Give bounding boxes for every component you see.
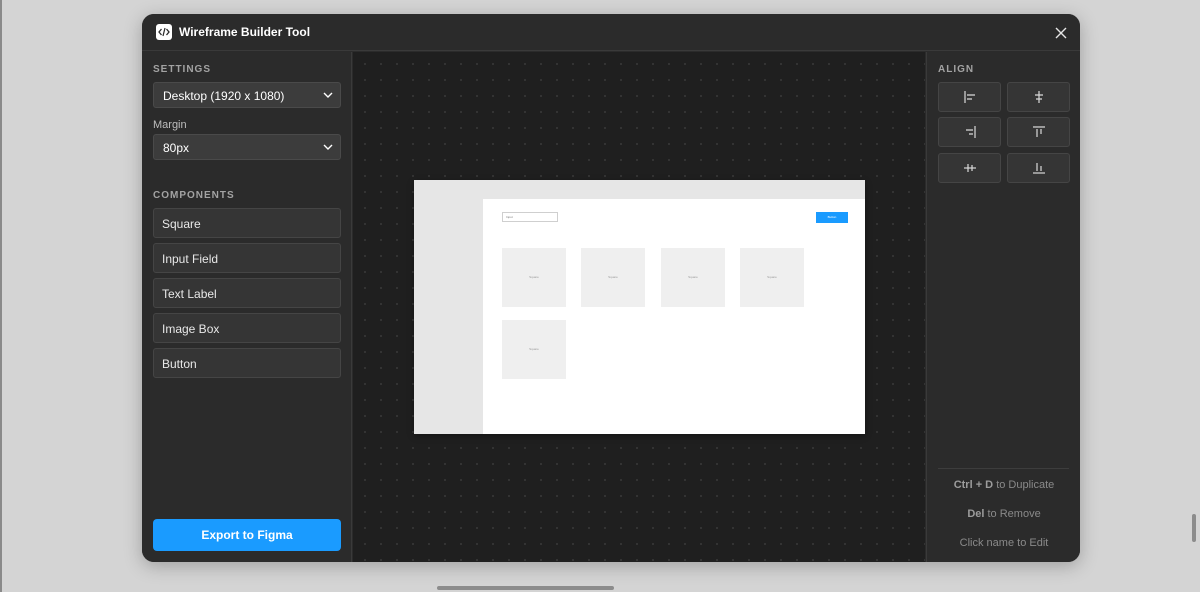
hint-edit: Click name to Edit <box>927 537 1080 549</box>
wireframe-square[interactable]: Square <box>502 320 566 379</box>
align-top-button[interactable] <box>1007 117 1070 147</box>
align-center-horizontal-button[interactable] <box>1007 82 1070 112</box>
page-scrollbar[interactable] <box>1192 514 1196 542</box>
align-left-icon <box>963 91 975 103</box>
hint-duplicate-text: to Duplicate <box>993 479 1055 491</box>
align-center-vertical-icon <box>963 164 976 172</box>
canvas[interactable]: Input Button Square Square Square Square… <box>353 52 925 562</box>
app-window: Wireframe Builder Tool SETTINGS Desktop … <box>142 14 1080 562</box>
device-preset-select[interactable]: Desktop (1920 x 1080) <box>153 82 341 108</box>
component-image-box[interactable]: Image Box <box>153 313 341 343</box>
device-preset-value: Desktop (1920 x 1080) <box>163 89 285 103</box>
margin-select[interactable]: 80px <box>153 134 341 160</box>
align-bottom-icon <box>1032 163 1045 174</box>
chevron-down-icon <box>323 92 333 98</box>
hint-duplicate-key: Ctrl + D <box>953 479 994 491</box>
component-input-field[interactable]: Input Field <box>153 243 341 273</box>
wireframe-input-field[interactable]: Input <box>502 212 558 222</box>
hints-divider <box>938 468 1069 469</box>
close-icon[interactable] <box>1052 24 1070 42</box>
artboard[interactable]: Input Button Square Square Square Square… <box>414 180 865 434</box>
settings-panel: SETTINGS Desktop (1920 x 1080) Margin 80… <box>142 52 352 562</box>
window-left-edge <box>0 0 2 592</box>
wireframe-sidebar[interactable] <box>414 199 483 434</box>
align-center-horizontal-icon <box>1034 91 1043 103</box>
wireframe-square[interactable]: Square <box>661 248 725 307</box>
hint-edit-text: Click name to Edit <box>959 537 1049 549</box>
component-square[interactable]: Square <box>153 208 341 238</box>
wireframe-header[interactable] <box>414 180 865 199</box>
hint-remove: Del to Remove <box>927 508 1080 520</box>
wireframe-square[interactable]: Square <box>581 248 645 307</box>
margin-value: 80px <box>163 141 190 155</box>
align-heading: ALIGN <box>938 64 975 75</box>
components-heading: COMPONENTS <box>153 190 235 201</box>
align-right-button[interactable] <box>938 117 1001 147</box>
align-panel: ALIGN Ctrl + D to Duplicate Del to Remov… <box>926 52 1080 562</box>
app-title: Wireframe Builder Tool <box>179 25 311 39</box>
code-icon <box>156 24 172 40</box>
wireframe-square[interactable]: Square <box>740 248 804 307</box>
home-indicator[interactable] <box>437 586 614 590</box>
align-top-icon <box>1032 126 1045 137</box>
component-button[interactable]: Button <box>153 348 341 378</box>
hint-duplicate: Ctrl + D to Duplicate <box>927 479 1080 491</box>
align-bottom-button[interactable] <box>1007 153 1070 183</box>
title-bar: Wireframe Builder Tool <box>142 14 1080 51</box>
component-text-label[interactable]: Text Label <box>153 278 341 308</box>
chevron-down-icon <box>323 144 333 150</box>
margin-label: Margin <box>153 119 187 131</box>
align-center-vertical-button[interactable] <box>938 153 1001 183</box>
align-right-icon <box>965 126 976 138</box>
settings-heading: SETTINGS <box>153 64 212 75</box>
wireframe-square[interactable]: Square <box>502 248 566 307</box>
export-to-figma-button[interactable]: Export to Figma <box>153 519 341 551</box>
align-left-button[interactable] <box>938 82 1001 112</box>
hint-remove-key: Del <box>967 508 985 520</box>
hint-remove-text: to Remove <box>984 508 1041 520</box>
wireframe-button[interactable]: Button <box>816 212 848 223</box>
